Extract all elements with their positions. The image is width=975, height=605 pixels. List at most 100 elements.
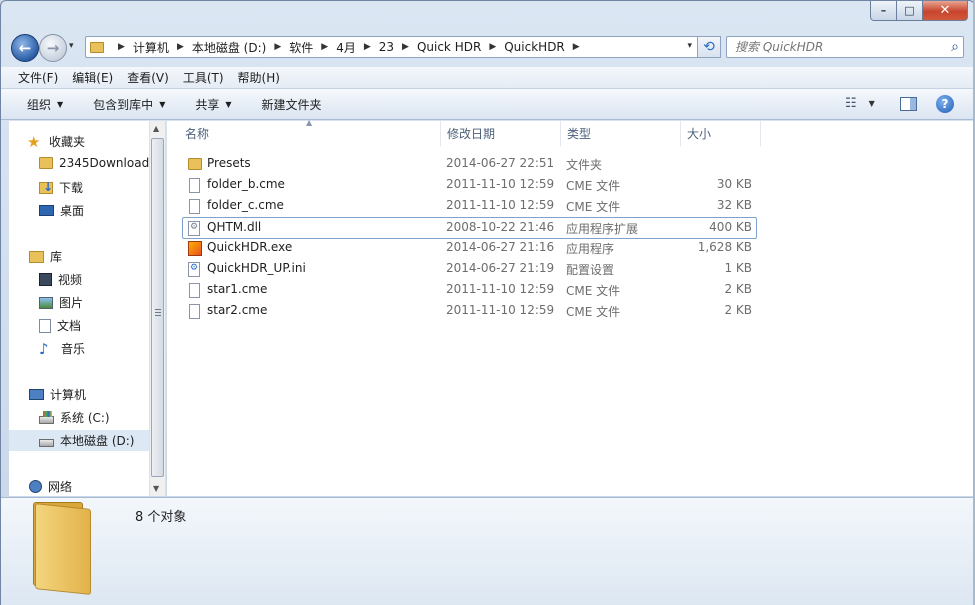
column-header-name[interactable]: 名称	[167, 121, 441, 146]
grip-icon	[155, 309, 161, 316]
chevron-right-icon[interactable]: ▶	[321, 42, 328, 52]
scroll-up-icon[interactable]: ▲	[153, 124, 159, 133]
breadcrumb-computer[interactable]: 计算机	[133, 39, 169, 56]
nav-item-drive-c[interactable]: 系统 (C:)	[39, 409, 110, 426]
nav-scrollbar[interactable]: ▲ ▼	[149, 121, 165, 496]
nav-libraries[interactable]: 库	[29, 248, 62, 265]
search-icon[interactable]: ⌕	[951, 39, 959, 55]
file-name: star2.cme	[207, 303, 268, 317]
file-row-folder-c[interactable]: folder_c.cme 2011-11-10 12:59 CME 文件 32 …	[183, 196, 757, 216]
include-in-library-button[interactable]: 包含到库中 ▼	[93, 96, 165, 113]
change-view-button[interactable]: ☷ ▼	[845, 96, 875, 111]
library-icon	[29, 250, 44, 263]
chevron-right-icon[interactable]: ▶	[364, 42, 371, 52]
nav-favorites[interactable]: ★ 收藏夹	[27, 133, 85, 150]
new-folder-button[interactable]: 新建文件夹	[262, 96, 322, 113]
nav-item-documents[interactable]: 文档	[39, 317, 81, 334]
column-header-date[interactable]: 修改日期	[441, 121, 561, 146]
menu-help[interactable]: 帮助(H)	[238, 69, 280, 86]
scroll-down-icon[interactable]: ▼	[153, 484, 159, 493]
file-name: Presets	[207, 156, 251, 170]
share-button[interactable]: 共享 ▼	[195, 96, 231, 113]
nav-item-desktop[interactable]: 桌面	[39, 202, 84, 219]
history-dropdown-icon[interactable]: ▾	[69, 41, 74, 51]
column-header-size[interactable]: 大小	[681, 121, 761, 146]
forward-button[interactable]: →	[39, 34, 67, 62]
menu-tools[interactable]: 工具(T)	[183, 69, 224, 86]
chevron-right-icon[interactable]: ▶	[118, 42, 125, 52]
large-folder-front-icon	[35, 503, 91, 595]
nav-label: 系统 (C:)	[60, 411, 110, 425]
music-icon: ♪	[39, 340, 49, 357]
breadcrumb-drive-d[interactable]: 本地磁盘 (D:)	[192, 39, 266, 56]
file-size: 400 KB	[709, 220, 752, 234]
minimize-button[interactable]: –	[870, 1, 897, 21]
nav-label: 下载	[59, 181, 84, 195]
organize-button[interactable]: 组织 ▼	[27, 96, 63, 113]
chevron-right-icon[interactable]: ▶	[274, 42, 281, 52]
nav-network[interactable]: 网络	[29, 478, 72, 495]
search-input[interactable]	[735, 40, 935, 54]
chevron-right-icon[interactable]: ▶	[489, 42, 496, 52]
file-name: star1.cme	[207, 282, 268, 296]
video-icon	[39, 273, 52, 286]
file-row-quickhdr-up-ini[interactable]: QuickHDR_UP.ini 2014-06-27 21:19 配置设置 1 …	[183, 259, 757, 279]
file-row-qhtm-dll[interactable]: QHTM.dll 2008-10-22 21:46 应用程序扩展 400 KB	[182, 217, 757, 239]
caret-down-icon: ▼	[225, 99, 232, 109]
address-dropdown-icon[interactable]: ▾	[687, 41, 692, 51]
file-date: 2008-10-22 21:46	[446, 220, 555, 234]
breadcrumb-software[interactable]: 软件	[289, 39, 313, 56]
file-name: folder_b.cme	[207, 177, 285, 191]
menu-file[interactable]: 文件(F)	[18, 69, 58, 86]
breadcrumb-quick-hdr[interactable]: Quick HDR	[417, 40, 481, 54]
nav-item-drive-d[interactable]: 本地磁盘 (D:)	[9, 430, 150, 451]
file-date: 2014-06-27 21:16	[446, 240, 555, 254]
folder-icon	[39, 157, 53, 169]
file-size: 1,628 KB	[697, 240, 752, 254]
file-row-quickhdr-exe[interactable]: QuickHDR.exe 2014-06-27 21:16 应用程序 1,628…	[183, 238, 757, 258]
nav-item-music[interactable]: ♪ 音乐	[39, 340, 85, 357]
breadcrumb-23[interactable]: 23	[379, 40, 394, 54]
file-type: 文件夹	[566, 158, 603, 172]
chevron-right-icon[interactable]: ▶	[402, 42, 409, 52]
maximize-button[interactable]: □	[897, 1, 923, 21]
menu-view[interactable]: 查看(V)	[127, 69, 169, 86]
file-row-star1[interactable]: star1.cme 2011-11-10 12:59 CME 文件 2 KB	[183, 280, 757, 300]
file-row-presets[interactable]: Presets 2014-06-27 22:51 文件夹	[183, 154, 757, 174]
caret-down-icon[interactable]: ▼	[869, 99, 875, 108]
file-row-folder-b[interactable]: folder_b.cme 2011-11-10 12:59 CME 文件 30 …	[183, 175, 757, 195]
chevron-right-icon[interactable]: ▶	[573, 42, 580, 52]
scrollbar-thumb[interactable]	[151, 138, 164, 477]
views-icon: ☷	[845, 96, 857, 111]
refresh-button[interactable]: ⟲	[697, 36, 721, 58]
file-date: 2011-11-10 12:59	[446, 198, 555, 212]
file-date: 2014-06-27 22:51	[446, 156, 555, 170]
breadcrumb-april[interactable]: 4月	[336, 39, 356, 56]
help-icon[interactable]: ?	[936, 95, 954, 113]
caret-down-icon: ▼	[57, 99, 64, 109]
item-count: 8 个对象	[135, 510, 187, 525]
chevron-right-icon[interactable]: ▶	[177, 42, 184, 52]
preview-pane-icon[interactable]	[900, 97, 917, 111]
nav-item-pictures[interactable]: 图片	[39, 294, 83, 311]
nav-item-2345downloads[interactable]: 2345Downloads	[39, 156, 150, 170]
menu-edit[interactable]: 编辑(E)	[72, 69, 113, 86]
breadcrumb-quickhdr[interactable]: QuickHDR	[504, 40, 565, 54]
nav-item-downloads[interactable]: 下载	[39, 179, 83, 196]
document-icon	[39, 318, 51, 333]
downloads-folder-icon	[39, 180, 53, 194]
file-row-star2[interactable]: star2.cme 2011-11-10 12:59 CME 文件 2 KB	[183, 301, 757, 321]
address-bar[interactable]: ▶ 计算机 ▶ 本地磁盘 (D:) ▶ 软件 ▶ 4月 ▶ 23 ▶ Quick…	[85, 36, 699, 58]
drive-icon	[39, 438, 54, 447]
nav-computer[interactable]: 计算机	[29, 386, 86, 403]
close-button[interactable]: ✕	[923, 1, 968, 21]
system-drive-icon	[39, 410, 54, 424]
dll-file-icon	[188, 221, 200, 236]
file-name: QuickHDR.exe	[207, 240, 293, 254]
nav-item-videos[interactable]: 视频	[39, 271, 82, 288]
caption-buttons: – □ ✕	[870, 1, 968, 21]
nav-label: 计算机	[50, 388, 87, 402]
back-button[interactable]: ←	[11, 34, 39, 62]
file-size: 1 KB	[724, 261, 752, 275]
column-header-type[interactable]: 类型	[561, 121, 681, 146]
